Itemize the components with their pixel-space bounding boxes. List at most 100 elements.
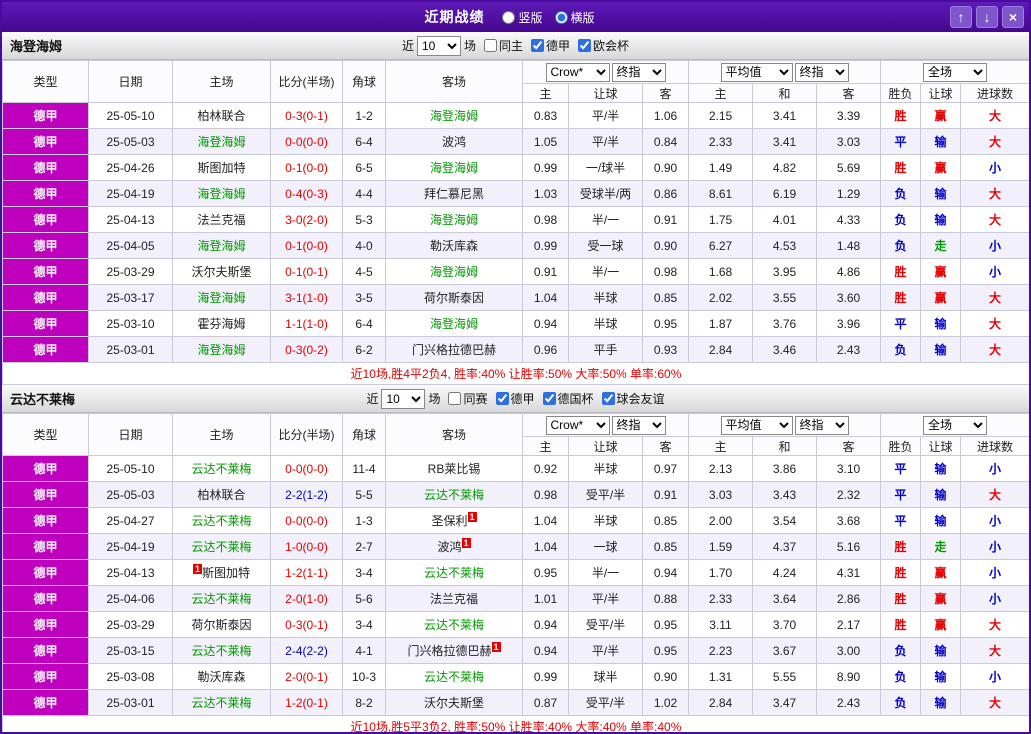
checkbox-球会友谊[interactable] bbox=[601, 392, 615, 405]
checkbox-欧会杯[interactable] bbox=[578, 39, 592, 52]
summary-row: 近10场,胜5平3负2, 胜率:50% 让胜率:40% 大率:40% 单率:40… bbox=[2, 715, 1029, 732]
team-title: 云达不莱梅 bbox=[10, 392, 76, 407]
away-odds-cell: 0.98 bbox=[642, 258, 689, 285]
avg-away-cell: 8.90 bbox=[815, 663, 882, 690]
avg-home-cell: 1.87 bbox=[688, 310, 753, 337]
away-team-cell: 法兰克福 bbox=[385, 585, 523, 612]
odds-stage-select[interactable]: 终指 bbox=[611, 415, 666, 435]
handicap-cell: 受平/半 bbox=[568, 689, 643, 716]
home-team-cell: 柏林联合 bbox=[172, 481, 271, 508]
avg-draw-cell: 5.55 bbox=[752, 663, 817, 690]
col-header: 日期 bbox=[88, 60, 173, 103]
close-icon[interactable]: × bbox=[1002, 6, 1024, 28]
outcome-cell: 平 bbox=[880, 455, 922, 482]
filter-checkbox-同赛[interactable]: 同赛 bbox=[448, 390, 488, 407]
checkbox-德甲[interactable] bbox=[531, 39, 544, 52]
score-cell: 0-4(0-3) bbox=[270, 180, 343, 207]
goals-result-cell: 小 bbox=[960, 663, 1029, 690]
checkbox-德甲[interactable] bbox=[495, 392, 509, 405]
home-odds-cell: 1.05 bbox=[522, 128, 569, 155]
recent-count-select[interactable]: 10 bbox=[381, 388, 426, 409]
date-cell: 25-03-10 bbox=[88, 310, 173, 337]
avg-home-cell: 2.00 bbox=[688, 507, 753, 534]
goals-result-cell: 小 bbox=[960, 585, 1029, 612]
team-name-text: 海登海姆 bbox=[429, 161, 478, 175]
filter-checkbox-球会友谊[interactable]: 球会友谊 bbox=[601, 390, 665, 407]
score-cell: 0-0(0-0) bbox=[270, 455, 343, 482]
odds-source-header: Crow* 终指 bbox=[522, 60, 689, 84]
layout-option-horizontal[interactable]: 横版 bbox=[554, 9, 595, 26]
filter-checkbox-欧会杯[interactable]: 欧会杯 bbox=[578, 37, 629, 54]
score-cell: 0-3(0-1) bbox=[270, 611, 343, 638]
layout-radio[interactable] bbox=[554, 10, 568, 24]
avg-home-cell: 2.13 bbox=[688, 455, 753, 482]
away-team-cell: 海登海姆 bbox=[385, 206, 523, 233]
section-header-row: 云达不莱梅 近 10 场同赛 德甲 德国杯 球会友谊 bbox=[2, 385, 1029, 413]
match-row: 德甲 25-04-19 海登海姆 0-4(0-3) 4-4 拜仁慕尼黑 1.03 受球半/两 0… bbox=[2, 180, 1029, 207]
corner-cell: 3-4 bbox=[342, 559, 386, 586]
date-cell: 25-03-01 bbox=[88, 336, 173, 363]
avg-draw-cell: 3.41 bbox=[752, 128, 817, 155]
sub-header: 和 bbox=[752, 83, 817, 103]
avg-draw-cell: 4.01 bbox=[752, 206, 817, 233]
result-scope-select[interactable]: 全场 bbox=[923, 62, 988, 82]
home-odds-cell: 0.99 bbox=[522, 154, 569, 181]
scroll-down-button[interactable]: ↓ bbox=[976, 6, 998, 28]
result-scope-select[interactable]: 全场 bbox=[923, 415, 988, 435]
away-team-cell: 门兴格拉德巴赫 bbox=[385, 336, 523, 363]
handicap-cell: 半/一 bbox=[568, 559, 643, 586]
home-team-cell: 云达不莱梅 bbox=[172, 689, 271, 716]
filter-checkbox-德甲[interactable]: 德甲 bbox=[531, 37, 570, 54]
avg-type-select[interactable]: 平均值 bbox=[720, 415, 793, 435]
league-cell: 德甲 bbox=[2, 585, 89, 612]
odds-source-select[interactable]: Crow* bbox=[545, 62, 610, 82]
date-cell: 25-03-29 bbox=[88, 611, 173, 638]
red-card-badge: 1 bbox=[491, 642, 501, 652]
avg-home-cell: 1.70 bbox=[688, 559, 753, 586]
avg-home-cell: 1.31 bbox=[688, 663, 753, 690]
avg-draw-cell: 3.47 bbox=[752, 689, 817, 716]
layout-radio[interactable] bbox=[502, 10, 516, 24]
page-title: 近期战绩 bbox=[424, 9, 485, 25]
checkbox-同赛[interactable] bbox=[448, 392, 462, 405]
filter-checkbox-德甲[interactable]: 德甲 bbox=[495, 390, 535, 407]
league-cell: 德甲 bbox=[2, 128, 89, 155]
outcome-cell: 胜 bbox=[880, 559, 922, 586]
date-cell: 25-04-27 bbox=[88, 507, 173, 534]
results-table: 类型 日期 主场 比分(半场) 角球 客场 Crow* 终指 平均值 终指 全场主让球客主和客胜负让… bbox=[2, 60, 1029, 385]
handicap-result-cell: 输 bbox=[920, 455, 962, 482]
avg-draw-cell: 3.76 bbox=[752, 310, 817, 337]
sub-header: 和 bbox=[752, 436, 817, 456]
layout-option-vertical[interactable]: 竖版 bbox=[502, 9, 543, 26]
avg-away-cell: 3.03 bbox=[815, 128, 882, 155]
avg-away-cell: 3.60 bbox=[815, 284, 882, 311]
handicap-cell: 平手 bbox=[568, 336, 643, 363]
filter-checkbox-德国杯[interactable]: 德国杯 bbox=[542, 390, 594, 407]
checkbox-德国杯[interactable] bbox=[542, 392, 556, 405]
home-team-cell: 法兰克福 bbox=[172, 206, 271, 233]
avg-stage-select[interactable]: 终指 bbox=[794, 62, 849, 82]
league-cell: 德甲 bbox=[2, 102, 89, 129]
team-name-text: 荷尔斯泰因 bbox=[423, 291, 484, 305]
team-name-text: 云达不莱梅 bbox=[423, 670, 484, 684]
odds-stage-select[interactable]: 终指 bbox=[611, 62, 666, 82]
date-cell: 25-03-17 bbox=[88, 284, 173, 311]
filter-checkbox-同主[interactable]: 同主 bbox=[483, 37, 523, 54]
avg-stage-select[interactable]: 终指 bbox=[794, 415, 849, 435]
filter-controls: 近 10 场同主 德甲 欧会杯 bbox=[402, 35, 629, 56]
odds-source-select[interactable]: Crow* bbox=[545, 415, 610, 435]
home-odds-cell: 0.98 bbox=[522, 481, 569, 508]
scroll-up-button[interactable]: ↑ bbox=[950, 6, 972, 28]
goals-result-cell: 小 bbox=[960, 232, 1029, 259]
avg-away-cell: 2.17 bbox=[815, 611, 882, 638]
match-row: 德甲 25-04-27 云达不莱梅 0-0(0-0) 1-3 圣保利 1 1.04 半球 0.85… bbox=[2, 507, 1029, 534]
match-row: 德甲 25-03-08 勒沃库森 2-0(0-1) 10-3 云达不莱梅 0.99 球半 0.9… bbox=[2, 663, 1029, 690]
avg-type-select[interactable]: 平均值 bbox=[720, 62, 793, 82]
checkbox-同主[interactable] bbox=[483, 39, 497, 52]
team-name-text: 海登海姆 bbox=[429, 317, 478, 331]
goals-result-cell: 小 bbox=[960, 455, 1029, 482]
recent-count-select[interactable]: 10 bbox=[416, 35, 461, 56]
avg-away-cell: 4.33 bbox=[815, 206, 882, 233]
outcome-cell: 胜 bbox=[880, 284, 922, 311]
sub-header: 主 bbox=[522, 83, 569, 103]
